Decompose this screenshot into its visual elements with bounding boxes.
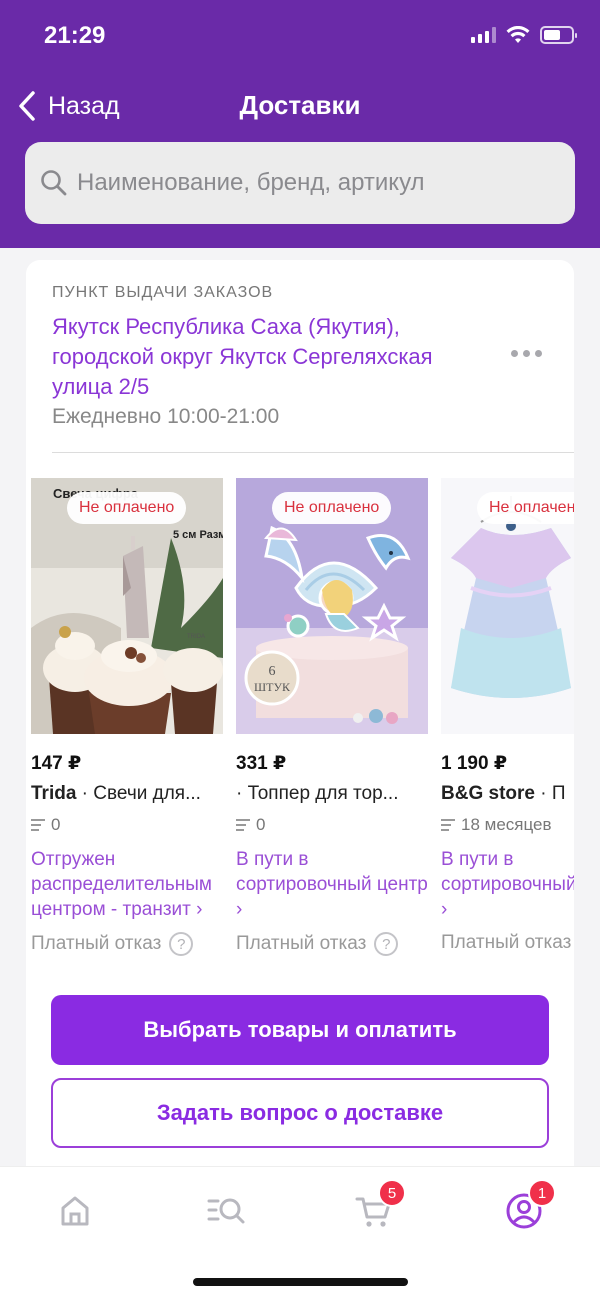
cart-count-badge: 5 xyxy=(378,1179,406,1207)
product-image[interactable]: 6 ШТУК Не оплачено xyxy=(236,478,428,734)
tab-cart[interactable]: 5 xyxy=(350,1179,406,1235)
pickup-hours: Ежедневно 10:00-21:00 xyxy=(52,405,280,428)
paid-refusal-label: Платный отказ xyxy=(31,933,162,954)
product-meta: 18 месяцев xyxy=(441,815,574,835)
status-badge: Не оплачено xyxy=(272,492,392,524)
more-options-icon[interactable] xyxy=(505,344,548,363)
image-count: 6 xyxy=(269,664,276,679)
product-image[interactable]: Свеча цифра 5 см Размер цифры TRIDA Не о… xyxy=(31,478,223,734)
product-price: 1 190 ₽ xyxy=(441,753,508,774)
paid-refusal: Платный отказ ? xyxy=(31,932,223,956)
paid-refusal: Платный отказ xyxy=(441,932,574,954)
delivery-status-link[interactable]: Отгружен распределительным центром - тра… xyxy=(31,847,223,922)
products-carousel[interactable]: Свеча цифра 5 см Размер цифры TRIDA Не о… xyxy=(31,478,574,998)
status-bar: 21:29 xyxy=(0,0,600,70)
product-brand: B&G store xyxy=(441,783,535,804)
product-brand: Trida xyxy=(31,783,77,804)
product-meta: 0 xyxy=(31,815,223,835)
product-meta-value: 18 месяцев xyxy=(461,815,552,834)
product-meta-value: 0 xyxy=(51,815,61,834)
product-meta-value: 0 xyxy=(256,815,266,834)
product-name: · П xyxy=(534,783,566,804)
battery-icon xyxy=(540,26,577,44)
delivery-status-link[interactable]: В пути в сортировочный центр › xyxy=(441,847,574,922)
help-icon[interactable]: ? xyxy=(169,932,194,956)
ask-delivery-question-button[interactable]: Задать вопрос о доставке xyxy=(51,1078,549,1148)
product-price: 147 ₽ xyxy=(31,753,82,774)
image-unit: ШТУК xyxy=(254,680,291,694)
product-name: · Свечи для... xyxy=(76,783,201,804)
search-input[interactable]: Наименование, бренд, артикул xyxy=(25,142,575,224)
profile-count-badge: 1 xyxy=(528,1179,556,1207)
image-caption-size: 5 см Размер цифры xyxy=(173,529,223,541)
list-icon xyxy=(236,819,250,831)
product-image[interactable]: Не оплачено xyxy=(441,478,574,734)
status-badge: Не оплачено xyxy=(67,492,187,524)
product-title[interactable]: B&G store · П xyxy=(441,783,574,805)
back-button[interactable]: Назад xyxy=(12,86,120,126)
help-icon[interactable]: ? xyxy=(374,932,399,956)
paid-refusal-label: Платный отказ xyxy=(441,932,572,953)
catalog-search-icon xyxy=(207,1198,245,1224)
divider xyxy=(52,452,574,453)
cellular-signal-icon xyxy=(471,27,496,43)
home-icon xyxy=(61,1196,89,1226)
product-card[interactable]: Не оплачено 1 190 ₽ B&G store · П 18 мес… xyxy=(441,478,574,954)
delivery-card: ПУНКТ ВЫДАЧИ ЗАКАЗОВ Якутск Республика С… xyxy=(26,260,574,1260)
status-time: 21:29 xyxy=(44,22,106,49)
status-icons xyxy=(471,26,577,44)
tab-profile[interactable]: 1 xyxy=(500,1179,556,1235)
wifi-icon xyxy=(506,26,530,43)
status-badge: Не оплачено xyxy=(477,492,574,524)
select-and-pay-button[interactable]: Выбрать товары и оплатить xyxy=(51,995,549,1065)
chevron-left-icon xyxy=(12,86,42,126)
tab-home[interactable] xyxy=(51,1187,99,1235)
paid-refusal: Платный отказ ? xyxy=(236,932,428,956)
header: 21:29 Назад Доставки Наименование, бренд… xyxy=(0,0,600,248)
product-price: 331 ₽ xyxy=(236,753,287,774)
pickup-point-label: ПУНКТ ВЫДАЧИ ЗАКАЗОВ xyxy=(52,284,274,301)
tab-catalog[interactable] xyxy=(202,1187,250,1235)
paid-refusal-label: Платный отказ xyxy=(236,933,367,954)
product-name: · Топпер для тор... xyxy=(236,783,399,804)
product-title[interactable]: Trida · Свечи для... xyxy=(31,783,223,805)
product-card[interactable]: 6 ШТУК Не оплачено 331 ₽ · Топпер для то… xyxy=(236,478,428,956)
product-card[interactable]: Свеча цифра 5 см Размер цифры TRIDA Не о… xyxy=(31,478,223,956)
image-brand: TRIDA xyxy=(187,634,205,640)
list-icon xyxy=(441,819,455,831)
list-icon xyxy=(31,819,45,831)
product-title[interactable]: · Топпер для тор... xyxy=(236,783,428,805)
back-label: Назад xyxy=(48,91,120,120)
search-icon xyxy=(41,170,67,196)
delivery-status-link[interactable]: В пути в сортировочный центр › xyxy=(236,847,428,922)
product-meta: 0 xyxy=(236,815,428,835)
home-indicator xyxy=(193,1278,408,1286)
pickup-address[interactable]: Якутск Республика Саха (Якутия), городск… xyxy=(52,312,472,402)
search-placeholder: Наименование, бренд, артикул xyxy=(77,169,425,196)
